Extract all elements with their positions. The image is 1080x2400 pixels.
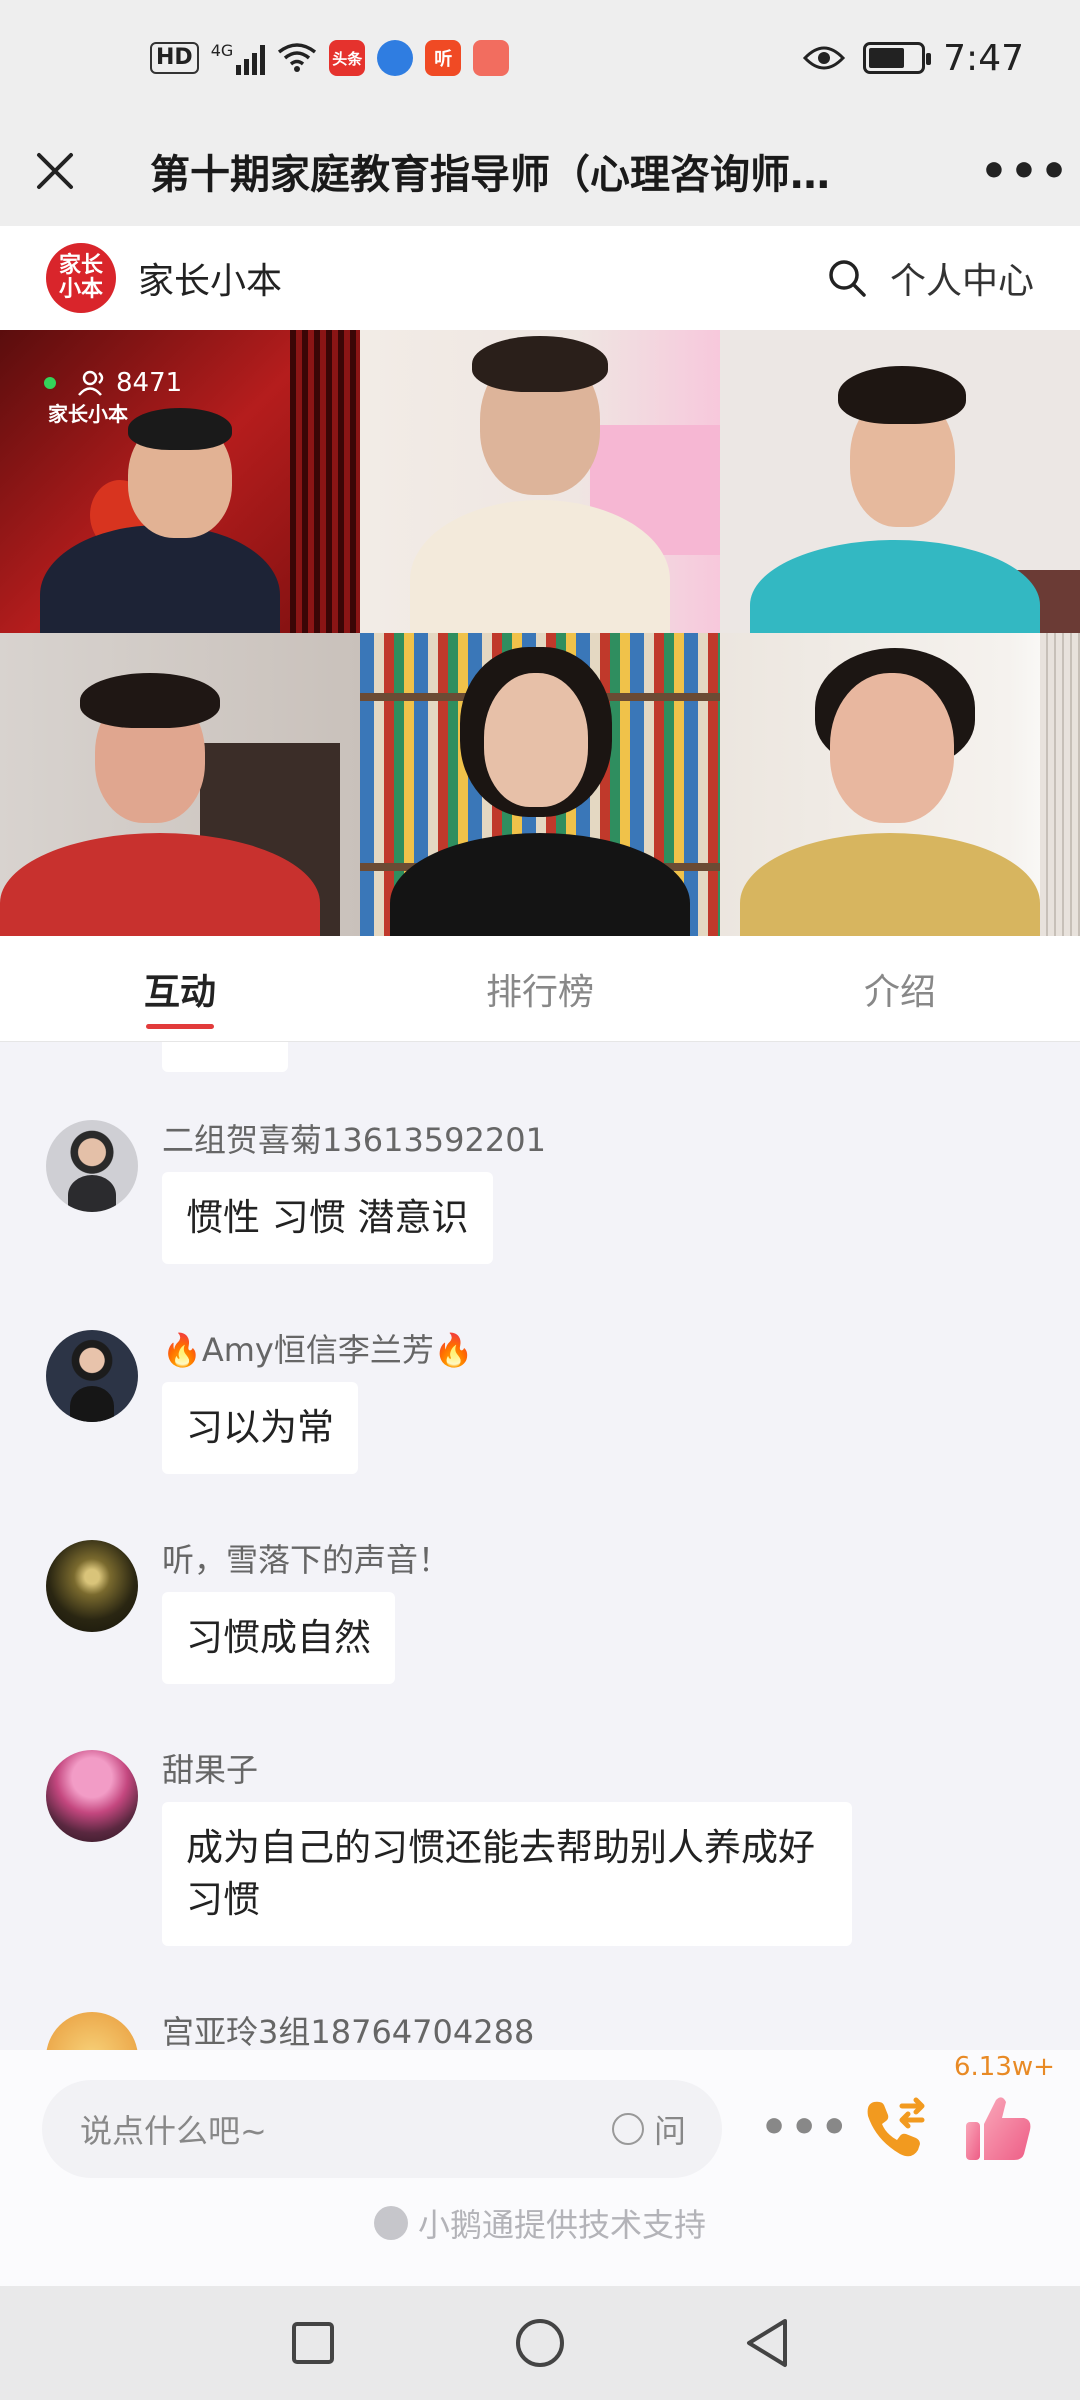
chat-message: 听，雪落下的声音！ 习惯成自然 bbox=[46, 1540, 450, 1684]
avatar[interactable] bbox=[46, 1120, 138, 1212]
video-tile-6[interactable] bbox=[720, 633, 1080, 936]
live-indicator bbox=[44, 377, 56, 389]
message-nickname: 🔥Amy恒信李兰芳🔥 bbox=[162, 1331, 474, 1369]
comment-input[interactable]: 说点什么吧~ 问 bbox=[42, 2080, 722, 2178]
brand-logo[interactable]: 家长小本 bbox=[46, 243, 116, 313]
chat-message: 宫亚玲3组18764704288 bbox=[46, 2012, 534, 2050]
chat-list[interactable]: 二组贺喜菊13613592201 惯性 习惯 潜意识 🔥Amy恒信李兰芳🔥 习以… bbox=[0, 1042, 1080, 2050]
message-content: 甜果子 成为自己的习惯还能去帮助别人养成好习惯 bbox=[162, 1750, 852, 1946]
avatar[interactable] bbox=[46, 1750, 138, 1842]
battery-level bbox=[869, 48, 905, 68]
tab-interaction[interactable]: 互动 bbox=[0, 936, 360, 1041]
xiaoe-logo-icon bbox=[373, 2206, 408, 2240]
personal-center-link[interactable]: 个人中心 bbox=[890, 252, 1034, 304]
home-button[interactable] bbox=[500, 2303, 580, 2383]
wifi-icon bbox=[278, 43, 317, 72]
browser-app-icon bbox=[377, 40, 414, 76]
brand-name[interactable]: 家长小本 bbox=[138, 252, 282, 304]
video-tile-4[interactable] bbox=[0, 633, 360, 936]
message-nickname: 宫亚玲3组18764704288 bbox=[162, 2013, 535, 2050]
square-icon bbox=[292, 2322, 335, 2364]
chat-message: 二组贺喜菊13613592201 惯性 习惯 潜意识 bbox=[46, 1120, 546, 1264]
system-nav-bar bbox=[0, 2286, 1080, 2400]
video-grid: 8471 家长小本 bbox=[0, 330, 1080, 936]
support-text: 小鹅通提供技术支持 bbox=[417, 2206, 706, 2244]
clock: 7:47 bbox=[943, 37, 1024, 79]
viewers-icon bbox=[78, 370, 104, 396]
phone-icon[interactable] bbox=[860, 2094, 930, 2164]
recents-button[interactable] bbox=[273, 2303, 353, 2383]
previous-message-bubble bbox=[162, 1042, 288, 1072]
message-bubble: 惯性 习惯 潜意识 bbox=[162, 1172, 493, 1264]
avatar[interactable] bbox=[46, 1540, 138, 1632]
brand-actions: 个人中心 bbox=[826, 252, 1034, 304]
live-watermark: 家长小本 bbox=[48, 402, 128, 426]
brand-logo-text: 家长小本 bbox=[58, 253, 103, 302]
tab-intro[interactable]: 介绍 bbox=[720, 936, 1080, 1041]
tech-support-footer: 小鹅通提供技术支持 bbox=[0, 2200, 1080, 2246]
video-tile-2[interactable] bbox=[360, 330, 720, 633]
video-tile-3[interactable] bbox=[720, 330, 1080, 633]
thumbs-up-icon[interactable] bbox=[960, 2090, 1036, 2166]
radio-icon bbox=[611, 2113, 644, 2145]
search-icon[interactable] bbox=[826, 257, 868, 299]
avatar[interactable] bbox=[46, 2012, 138, 2050]
status-left: HD 4G 头条 听 bbox=[150, 40, 510, 76]
shopping-app-icon bbox=[473, 40, 510, 76]
more-menu-button[interactable]: ••• bbox=[970, 116, 1080, 226]
message-bubble: 习以为常 bbox=[162, 1382, 358, 1474]
signal-icon: 4G bbox=[211, 41, 266, 75]
message-nickname: 听，雪落下的声音！ bbox=[162, 1541, 451, 1579]
message-nickname: 甜果子 bbox=[162, 1751, 259, 1789]
viewer-count: 8471 bbox=[116, 368, 183, 398]
ask-label: 问 bbox=[653, 2112, 686, 2150]
circle-icon bbox=[515, 2319, 564, 2367]
comment-placeholder: 说点什么吧~ bbox=[80, 2112, 267, 2150]
message-content: 🔥Amy恒信李兰芳🔥 习以为常 bbox=[162, 1330, 474, 1474]
video-tile-5[interactable] bbox=[360, 633, 720, 936]
network-type: 4G bbox=[210, 41, 234, 60]
back-button[interactable] bbox=[727, 2303, 807, 2383]
content-tabs: 互动 排行榜 介绍 bbox=[0, 936, 1080, 1042]
video-tile-host[interactable]: 8471 家长小本 bbox=[0, 330, 360, 633]
message-content: 二组贺喜菊13613592201 惯性 习惯 潜意识 bbox=[162, 1120, 546, 1264]
like-count: 6.13w+ bbox=[954, 2052, 1055, 2082]
message-content: 听，雪落下的声音！ 习惯成自然 bbox=[162, 1540, 450, 1684]
listen-app-icon: 听 bbox=[425, 40, 462, 76]
chat-message: 🔥Amy恒信李兰芳🔥 习以为常 bbox=[46, 1330, 474, 1474]
avatar[interactable] bbox=[46, 1330, 138, 1422]
close-button[interactable] bbox=[0, 116, 110, 226]
message-nickname: 二组贺喜菊13613592201 bbox=[162, 1121, 546, 1159]
message-content: 宫亚玲3组18764704288 bbox=[162, 2012, 534, 2050]
brand-bar: 家长小本 家长小本 个人中心 bbox=[0, 226, 1080, 330]
tab-ranking[interactable]: 排行榜 bbox=[360, 936, 720, 1041]
message-bubble: 成为自己的习惯还能去帮助别人养成好习惯 bbox=[162, 1802, 852, 1946]
toutiao-app-icon: 头条 bbox=[329, 40, 366, 76]
hd-badge: HD bbox=[150, 42, 199, 74]
message-bubble: 习惯成自然 bbox=[162, 1592, 395, 1684]
status-bar: HD 4G 头条 听 7:47 bbox=[0, 0, 1080, 116]
ask-question-toggle[interactable]: 问 bbox=[611, 2106, 686, 2152]
eye-icon bbox=[803, 46, 846, 70]
status-right: 7:47 bbox=[803, 38, 1024, 79]
live-viewer-info: 8471 bbox=[44, 368, 182, 398]
battery-icon bbox=[863, 42, 932, 74]
triangle-back-icon bbox=[746, 2319, 787, 2367]
bottom-input-area: 说点什么吧~ 问 ••• 6.13w+ 小鹅通提供技术支持 bbox=[0, 2050, 1080, 2286]
close-icon bbox=[37, 153, 73, 189]
chat-message: 甜果子 成为自己的习惯还能去帮助别人养成好习惯 bbox=[46, 1750, 852, 1946]
title-bar: 第十期家庭教育指导师（心理咨询师… ••• bbox=[0, 116, 1080, 226]
page-title: 第十期家庭教育指导师（心理咨询师… bbox=[150, 152, 830, 198]
more-options-button[interactable]: ••• bbox=[760, 2102, 850, 2153]
